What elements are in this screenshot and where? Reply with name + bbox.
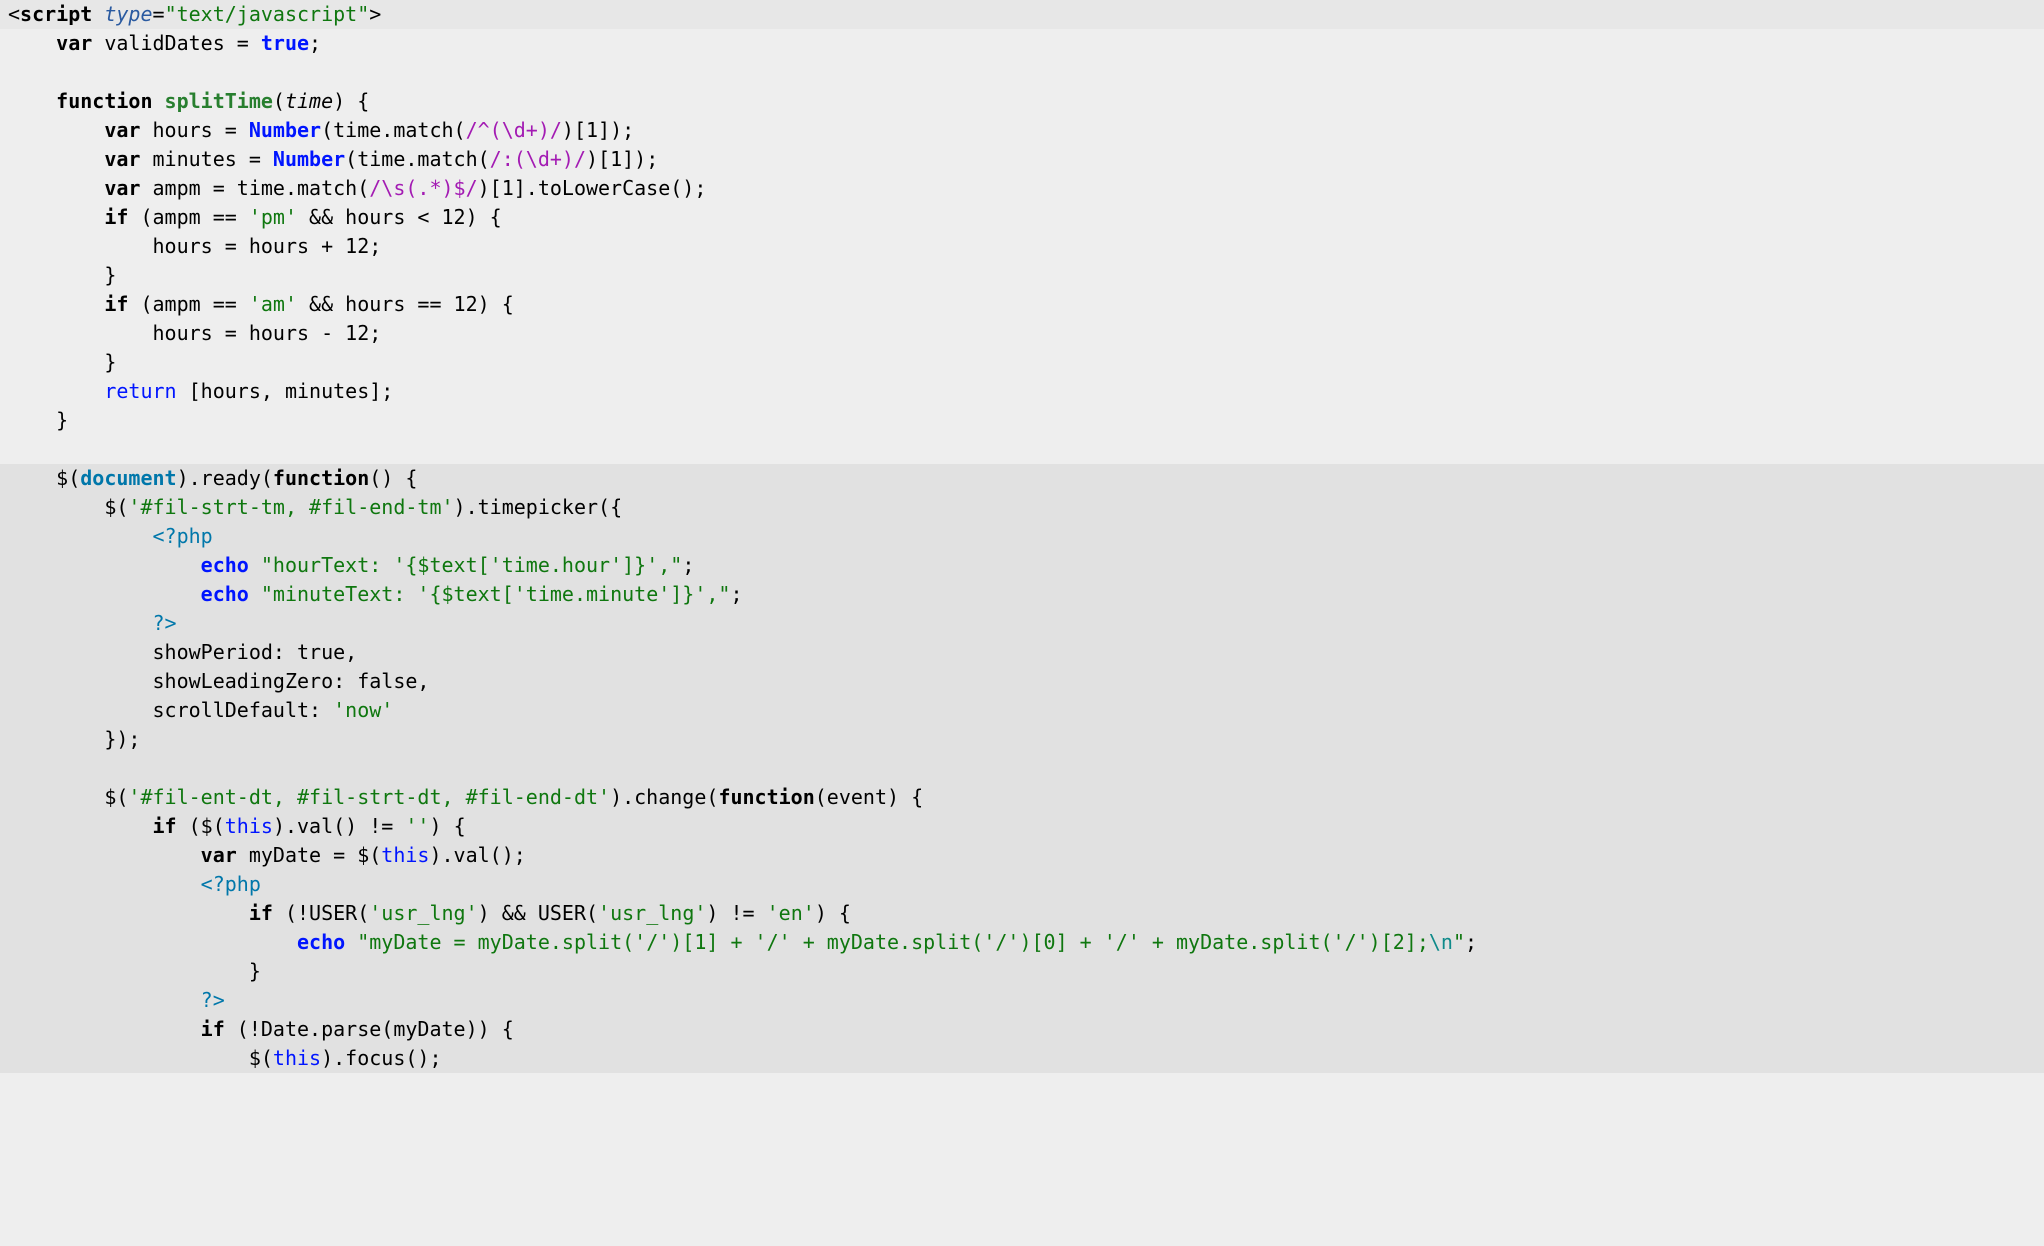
code-line: showLeadingZero: false, [0,667,2044,696]
code-line: var ampm = time.match(/\s(.*)$/)[1].toLo… [0,174,2044,203]
code-line: ?> [0,609,2044,638]
code-line [0,58,2044,87]
code-line: $(this).focus(); [0,1044,2044,1073]
code-line: hours = hours - 12; [0,319,2044,348]
code-line: <?php [0,522,2044,551]
code-line: } [0,261,2044,290]
code-line [0,754,2044,783]
code-line: if (ampm == 'pm' && hours < 12) { [0,203,2044,232]
code-line [0,435,2044,464]
code-line: var minutes = Number(time.match(/:(\d+)/… [0,145,2044,174]
code-line: } [0,957,2044,986]
code-line: if (!Date.parse(myDate)) { [0,1015,2044,1044]
code-line: if ($(this).val() != '') { [0,812,2044,841]
code-line: echo "myDate = myDate.split('/')[1] + '/… [0,928,2044,957]
code-block: <script type="text/javascript"> var vali… [0,0,2044,1073]
code-line: $('#fil-ent-dt, #fil-strt-dt, #fil-end-d… [0,783,2044,812]
code-line: var hours = Number(time.match(/^(\d+)/)[… [0,116,2044,145]
code-line: return [hours, minutes]; [0,377,2044,406]
code-line: function splitTime(time) { [0,87,2044,116]
code-line: if (ampm == 'am' && hours == 12) { [0,290,2044,319]
code-line: showPeriod: true, [0,638,2044,667]
code-line: } [0,348,2044,377]
code-line: scrollDefault: 'now' [0,696,2044,725]
code-line: hours = hours + 12; [0,232,2044,261]
code-line: $(document).ready(function() { [0,464,2044,493]
code-line: <?php [0,870,2044,899]
code-line: echo "hourText: '{$text['time.hour']}',"… [0,551,2044,580]
code-line: var validDates = true; [0,29,2044,58]
code-line: ?> [0,986,2044,1015]
code-line: if (!USER('usr_lng') && USER('usr_lng') … [0,899,2044,928]
code-line: <script type="text/javascript"> [0,0,2044,29]
code-line: var myDate = $(this).val(); [0,841,2044,870]
code-line: } [0,406,2044,435]
code-line: $('#fil-strt-tm, #fil-end-tm').timepicke… [0,493,2044,522]
code-line: }); [0,725,2044,754]
code-line: echo "minuteText: '{$text['time.minute']… [0,580,2044,609]
